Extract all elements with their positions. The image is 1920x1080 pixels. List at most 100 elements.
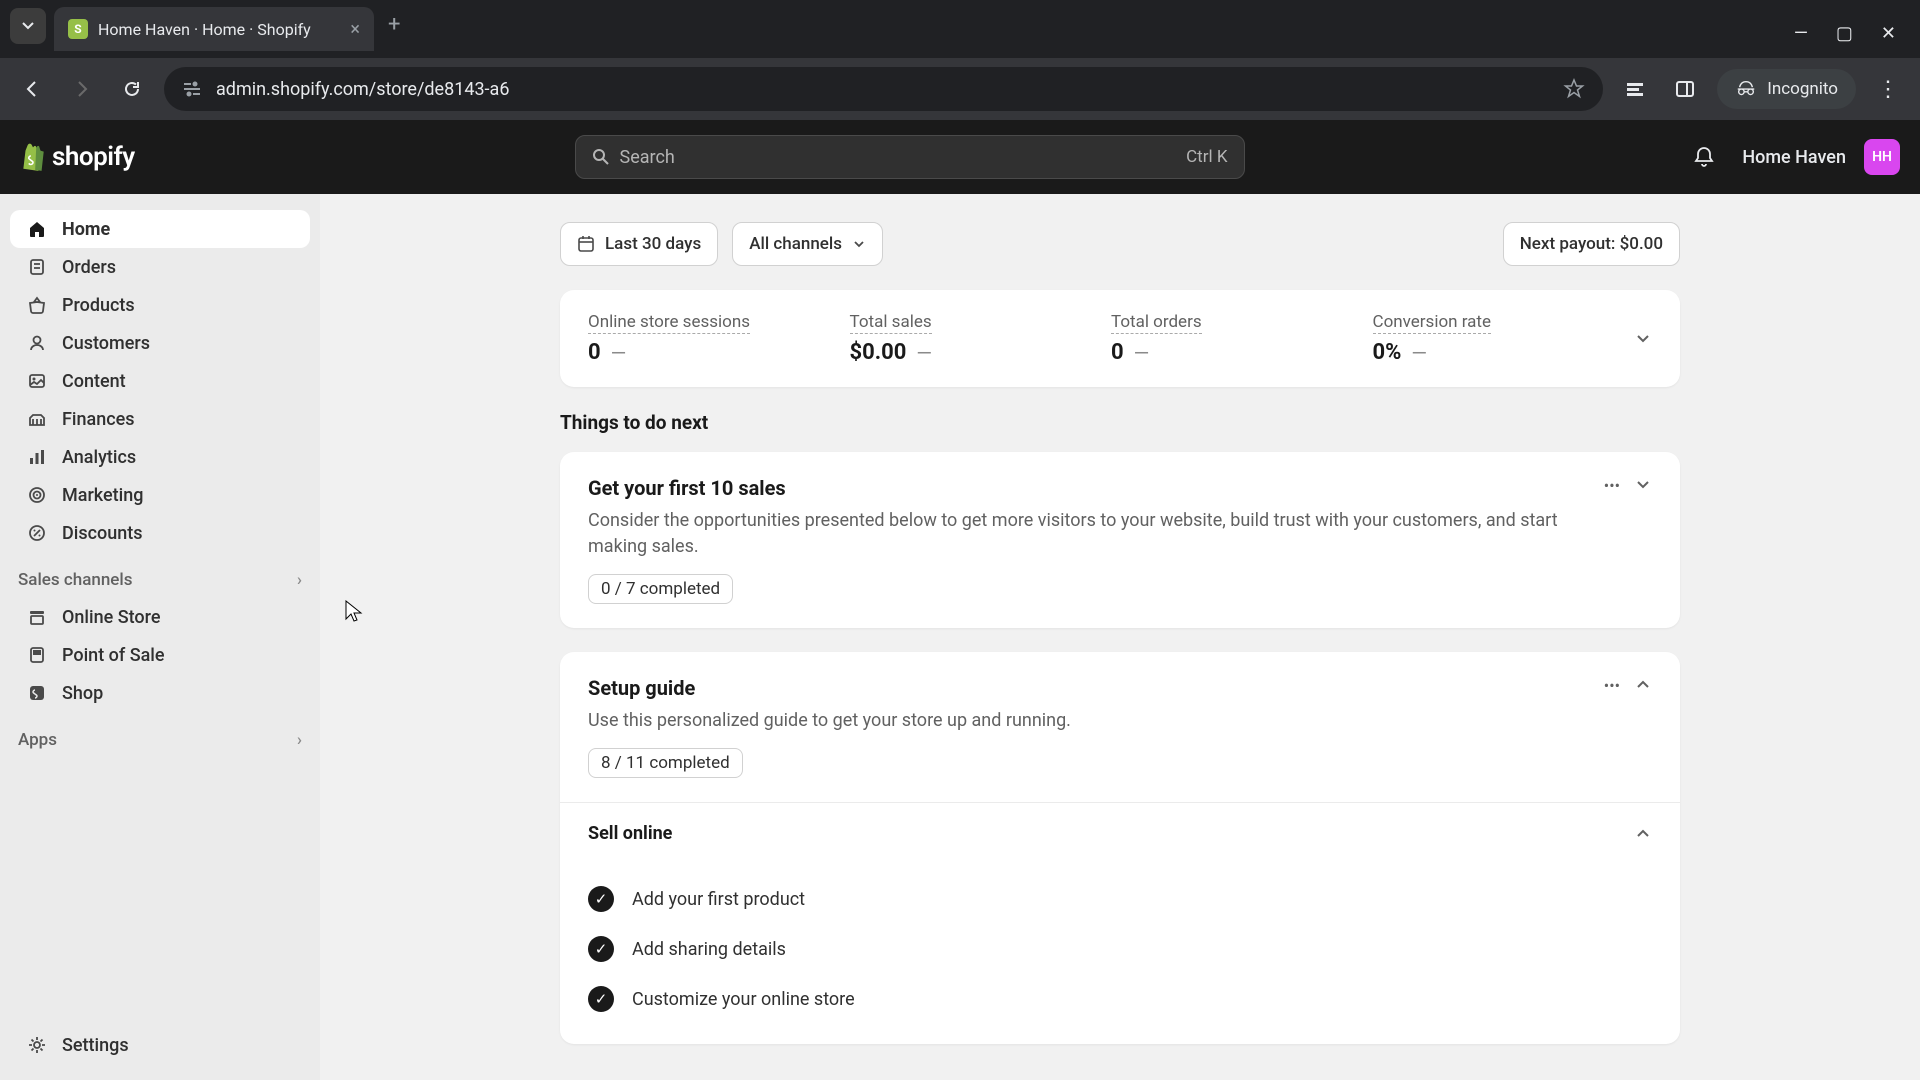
side-panel-icon[interactable] xyxy=(1667,71,1703,107)
sidebar-item-products[interactable]: Products xyxy=(10,286,310,324)
trend-dash-icon: — xyxy=(916,341,932,365)
sidebar-item-content[interactable]: Content xyxy=(10,362,310,400)
sidebar-item-online-store[interactable]: Online Store xyxy=(10,598,310,636)
stat-total-sales[interactable]: Total sales $0.00— xyxy=(850,312,1092,365)
extensions-icon[interactable] xyxy=(1617,71,1653,107)
online-store-icon xyxy=(26,606,48,628)
channel-filter[interactable]: All channels xyxy=(732,222,883,266)
shop-icon xyxy=(26,682,48,704)
url-text: admin.shopify.com/store/de8143-a6 xyxy=(216,79,509,100)
progress-badge: 0 / 7 completed xyxy=(588,574,733,604)
stat-conversion-rate[interactable]: Conversion rate 0%— xyxy=(1373,312,1615,365)
products-icon xyxy=(26,294,48,316)
customers-icon xyxy=(26,332,48,354)
browser-tab[interactable]: S Home Haven · Home · Shopify × xyxy=(54,7,374,51)
sidebar-label: Settings xyxy=(62,1035,129,1056)
next-payout-pill[interactable]: Next payout: $0.00 xyxy=(1503,222,1680,266)
sidebar-label: Shop xyxy=(62,683,103,704)
reload-button[interactable] xyxy=(114,71,150,107)
stat-total-orders[interactable]: Total orders 0— xyxy=(1111,312,1353,365)
sidebar-item-orders[interactable]: Orders xyxy=(10,248,310,286)
search-icon xyxy=(592,148,610,166)
incognito-label: Incognito xyxy=(1767,79,1838,99)
chevron-right-icon: › xyxy=(297,730,302,750)
sidebar-section-sales-channels[interactable]: Sales channels › xyxy=(10,552,310,598)
shopify-bag-icon xyxy=(20,142,46,172)
sidebar-section-apps[interactable]: Apps › xyxy=(10,712,310,758)
sidebar-label: Online Store xyxy=(62,607,160,628)
app-header: shopify Search Ctrl K Home Haven HH xyxy=(0,120,1920,194)
browser-tab-strip: S Home Haven · Home · Shopify × + — ▢ ✕ xyxy=(0,0,1920,58)
chevron-up-icon xyxy=(1634,825,1652,843)
chevron-down-icon xyxy=(21,19,35,33)
browser-toolbar: admin.shopify.com/store/de8143-a6 Incogn… xyxy=(0,58,1920,120)
global-search[interactable]: Search Ctrl K xyxy=(575,135,1245,179)
incognito-icon xyxy=(1735,78,1757,100)
minimize-button[interactable]: — xyxy=(1794,23,1808,44)
guide-first-sales: Get your first 10 sales Consider the opp… xyxy=(560,452,1680,628)
close-tab-button[interactable]: × xyxy=(350,19,360,40)
sidebar-item-marketing[interactable]: Marketing xyxy=(10,476,310,514)
expand-stats-button[interactable] xyxy=(1634,330,1652,348)
pos-icon xyxy=(26,644,48,666)
incognito-indicator[interactable]: Incognito xyxy=(1717,69,1856,109)
check-circle-icon: ✓ xyxy=(588,936,614,962)
finances-icon xyxy=(26,408,48,430)
bookmark-icon[interactable] xyxy=(1563,78,1585,100)
task-item[interactable]: ✓ Add your first product xyxy=(588,874,1652,924)
sidebar: Home Orders Products Customers Content F… xyxy=(0,194,320,1080)
guide-description: Consider the opportunities presented bel… xyxy=(588,508,1604,560)
back-button[interactable] xyxy=(14,71,50,107)
sidebar-item-shop[interactable]: Shop xyxy=(10,674,310,712)
address-bar[interactable]: admin.shopify.com/store/de8143-a6 xyxy=(164,67,1603,111)
close-window-button[interactable]: ✕ xyxy=(1881,23,1896,44)
check-circle-icon: ✓ xyxy=(588,886,614,912)
progress-badge: 8 / 11 completed xyxy=(588,748,743,778)
sidebar-item-discounts[interactable]: Discounts xyxy=(10,514,310,552)
maximize-button[interactable]: ▢ xyxy=(1836,23,1853,44)
notifications-button[interactable] xyxy=(1684,137,1724,177)
check-circle-icon: ✓ xyxy=(588,986,614,1012)
task-list: ✓ Add your first product ✓ Add sharing d… xyxy=(560,864,1680,1044)
stat-online-sessions[interactable]: Online store sessions 0— xyxy=(588,312,830,365)
more-actions-button[interactable]: ••• xyxy=(1604,676,1620,695)
discounts-icon xyxy=(26,522,48,544)
site-settings-icon[interactable] xyxy=(182,79,202,99)
shopify-logo[interactable]: shopify xyxy=(20,142,135,172)
stats-card: Online store sessions 0— Total sales $0.… xyxy=(560,290,1680,387)
sidebar-label: Discounts xyxy=(62,523,143,544)
sidebar-label: Content xyxy=(62,371,126,392)
sidebar-item-analytics[interactable]: Analytics xyxy=(10,438,310,476)
store-avatar[interactable]: HH xyxy=(1864,139,1900,175)
sidebar-label: Customers xyxy=(62,333,150,354)
new-tab-button[interactable]: + xyxy=(388,12,400,37)
guide-setup: Setup guide Use this personalized guide … xyxy=(560,652,1680,1044)
setup-subsection-sell-online[interactable]: Sell online xyxy=(560,802,1680,864)
sidebar-item-point-of-sale[interactable]: Point of Sale xyxy=(10,636,310,674)
collapse-button[interactable] xyxy=(1634,476,1652,495)
sidebar-item-home[interactable]: Home xyxy=(10,210,310,248)
more-actions-button[interactable]: ••• xyxy=(1604,476,1620,495)
trend-dash-icon: — xyxy=(611,341,627,365)
tab-search-button[interactable] xyxy=(10,8,46,44)
logo-text: shopify xyxy=(52,142,135,172)
sidebar-label: Products xyxy=(62,295,135,316)
content-icon xyxy=(26,370,48,392)
chevron-down-icon xyxy=(852,237,866,251)
task-item[interactable]: ✓ Customize your online store xyxy=(588,974,1652,1024)
sidebar-item-customers[interactable]: Customers xyxy=(10,324,310,362)
task-item[interactable]: ✓ Add sharing details xyxy=(588,924,1652,974)
store-name[interactable]: Home Haven xyxy=(1742,147,1846,168)
sidebar-item-finances[interactable]: Finances xyxy=(10,400,310,438)
shopify-favicon-icon: S xyxy=(68,19,88,39)
collapse-button[interactable] xyxy=(1634,676,1652,695)
trend-dash-icon: — xyxy=(1134,341,1150,365)
browser-menu-button[interactable]: ⋮ xyxy=(1870,71,1906,107)
guide-description: Use this personalized guide to get your … xyxy=(588,708,1604,734)
date-range-filter[interactable]: Last 30 days xyxy=(560,222,718,266)
tab-title: Home Haven · Home · Shopify xyxy=(98,20,311,39)
section-title: Things to do next xyxy=(560,411,1680,434)
sidebar-item-settings[interactable]: Settings xyxy=(10,1026,310,1064)
forward-button[interactable] xyxy=(64,71,100,107)
guide-title: Get your first 10 sales xyxy=(588,476,1604,500)
